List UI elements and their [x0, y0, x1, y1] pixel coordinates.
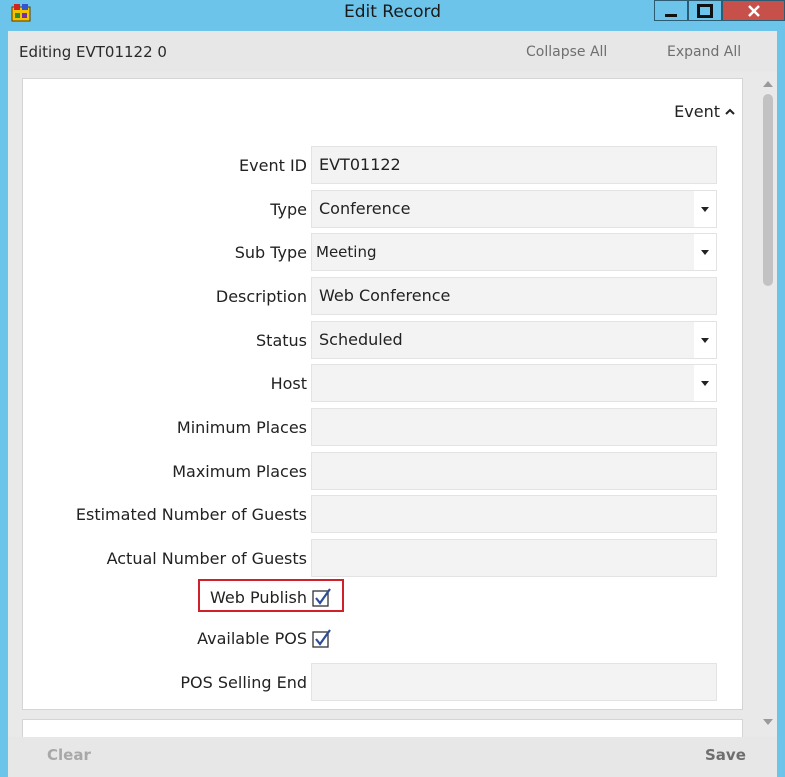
dropdown-arrow-icon[interactable]: [694, 365, 716, 401]
description-label: Description: [215, 287, 307, 306]
type-select[interactable]: Conference: [311, 190, 717, 228]
row-sub-type: Sub Type Meeting: [23, 233, 744, 271]
collapse-all-button[interactable]: Collapse All: [526, 44, 607, 60]
status-value: Scheduled: [319, 330, 403, 349]
scroll-down-icon[interactable]: [763, 719, 773, 725]
close-icon: [747, 4, 760, 17]
expand-all-button[interactable]: Expand All: [667, 44, 741, 60]
type-value: Conference: [319, 199, 411, 218]
available-pos-checkbox[interactable]: [312, 629, 332, 649]
web-publish-checkbox[interactable]: [312, 588, 332, 608]
host-label: Host: [270, 374, 307, 393]
estimated-guests-field[interactable]: [311, 495, 717, 533]
web-publish-label: Web Publish: [210, 588, 307, 607]
footer-bar: Clear Save: [8, 737, 777, 777]
sub-type-select[interactable]: Meeting: [311, 233, 717, 271]
sub-type-value: Meeting: [316, 243, 377, 261]
type-label: Type: [270, 200, 307, 219]
row-minimum-places: Minimum Places: [23, 408, 744, 446]
row-event-id: Event ID EVT01122: [23, 146, 744, 184]
vertical-scrollbar[interactable]: [759, 78, 777, 728]
dialog-body: Editing EVT01122 0 Collapse All Expand A…: [8, 31, 777, 777]
available-pos-label: Available POS: [197, 629, 307, 648]
dropdown-arrow-icon[interactable]: [694, 234, 716, 270]
minimum-places-label: Minimum Places: [176, 418, 307, 437]
row-maximum-places: Maximum Places: [23, 452, 744, 490]
event-section: Event Event ID EVT01122 Type Conference …: [22, 78, 743, 710]
scrollbar-thumb[interactable]: [763, 94, 773, 286]
actual-guests-field[interactable]: [311, 539, 717, 577]
section-title: Event: [674, 102, 720, 121]
event-id-label: Event ID: [239, 156, 307, 175]
row-host: Host: [23, 364, 744, 402]
dropdown-arrow-icon[interactable]: [694, 191, 716, 227]
pos-selling-end-field[interactable]: [311, 663, 717, 701]
estimated-guests-label: Estimated Number of Guests: [75, 505, 307, 524]
chevron-up-icon: [725, 108, 735, 115]
row-pos-selling-end: POS Selling End: [23, 663, 744, 701]
scroll-up-icon[interactable]: [763, 81, 773, 87]
save-button[interactable]: Save: [705, 746, 746, 764]
minimum-places-field[interactable]: [311, 408, 717, 446]
row-description: Description Web Conference: [23, 277, 744, 315]
minimize-icon: [665, 13, 677, 17]
minimize-button[interactable]: [654, 0, 688, 21]
row-available-pos: Available POS: [23, 622, 744, 660]
sub-type-label: Sub Type: [234, 243, 307, 262]
row-status: Status Scheduled: [23, 321, 744, 359]
row-web-publish: Web Publish: [23, 581, 744, 619]
maximize-button[interactable]: [688, 0, 722, 21]
row-actual-guests: Actual Number of Guests: [23, 539, 744, 577]
host-select[interactable]: [311, 364, 717, 402]
maximum-places-label: Maximum Places: [172, 462, 307, 481]
section-header-event[interactable]: Event: [674, 102, 736, 121]
maximize-icon: [697, 3, 713, 18]
row-estimated-guests: Estimated Number of Guests: [23, 495, 744, 533]
actual-guests-label: Actual Number of Guests: [106, 549, 307, 568]
maximum-places-field[interactable]: [311, 452, 717, 490]
title-bar: Edit Record: [0, 0, 785, 31]
toolbar: Editing EVT01122 0 Collapse All Expand A…: [8, 31, 777, 71]
row-type: Type Conference: [23, 190, 744, 228]
event-id-field[interactable]: EVT01122: [311, 146, 717, 184]
close-button[interactable]: [722, 0, 785, 21]
editing-label: Editing EVT01122 0: [19, 43, 167, 61]
dropdown-arrow-icon[interactable]: [694, 322, 716, 358]
clear-button[interactable]: Clear: [47, 746, 91, 764]
status-select[interactable]: Scheduled: [311, 321, 717, 359]
pos-selling-end-label: POS Selling End: [180, 673, 307, 692]
status-label: Status: [256, 331, 307, 350]
description-field[interactable]: Web Conference: [311, 277, 717, 315]
